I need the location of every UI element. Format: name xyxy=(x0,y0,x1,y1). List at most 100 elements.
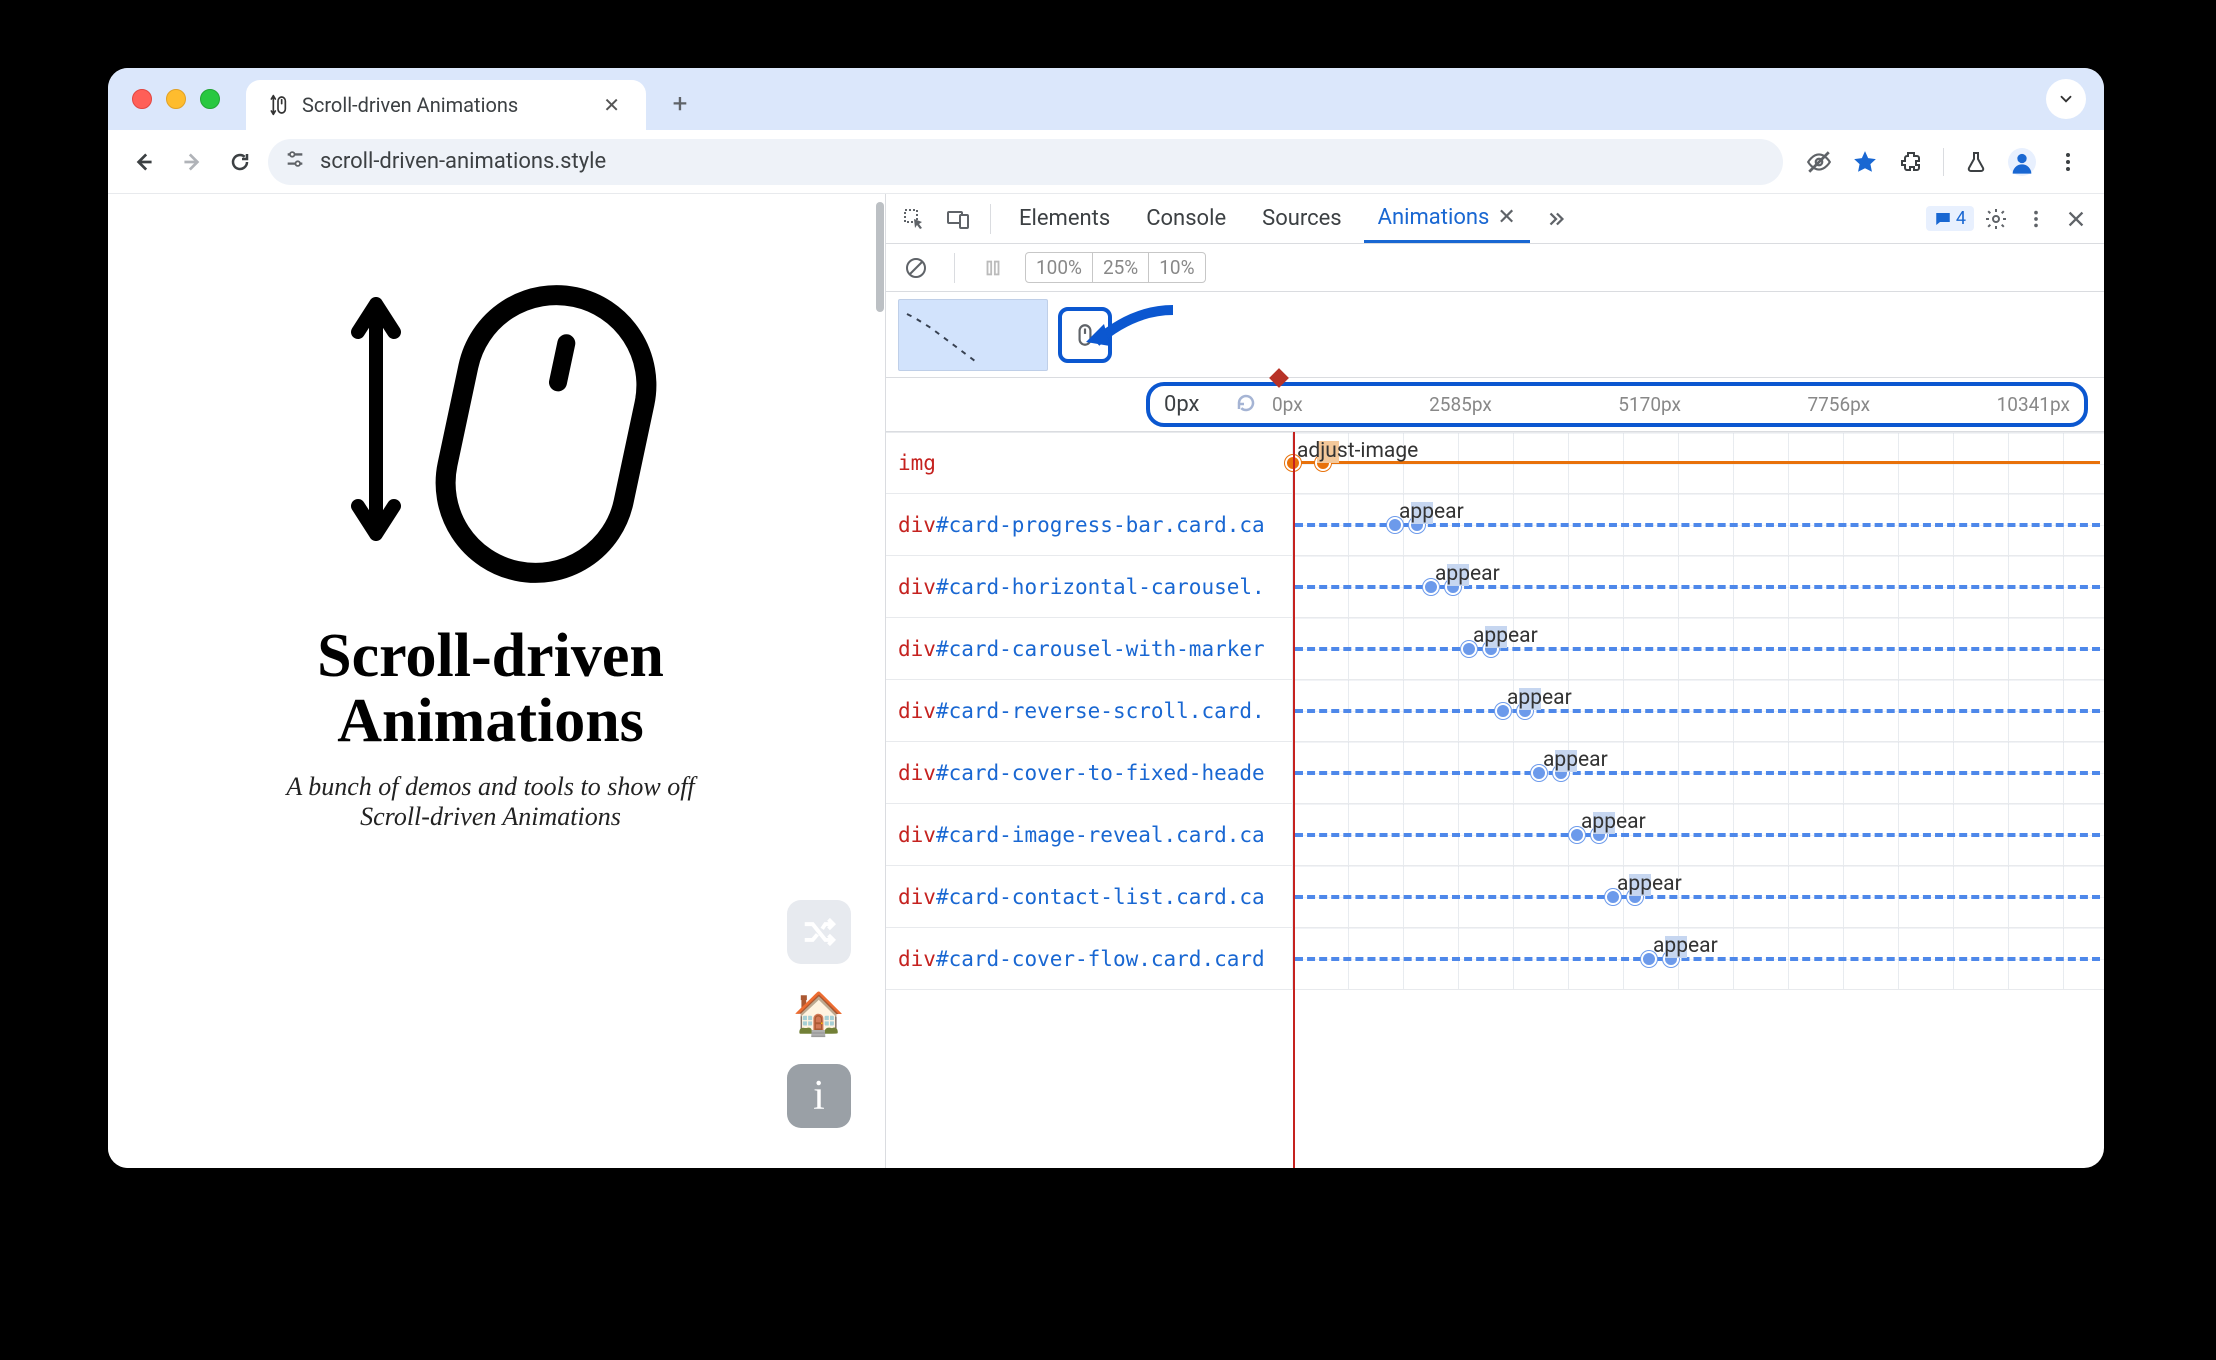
tab-console[interactable]: Console xyxy=(1132,194,1240,243)
animation-name-label: appear xyxy=(1507,686,1572,710)
devtools-panel: Elements Console Sources Animations✕ 4 xyxy=(885,194,2104,1168)
tab-favicon xyxy=(266,93,290,117)
animation-rows: imgadjust-imagediv#card-progress-bar.car… xyxy=(886,432,2104,1168)
timeline-ruler: 0px 0px 2585px 5170px 7756px 10341px xyxy=(886,378,2104,432)
tab-animations[interactable]: Animations✕ xyxy=(1364,194,1530,243)
playback-speed-group[interactable]: 100% 25% 10% xyxy=(1025,252,1206,283)
minimize-window-button[interactable] xyxy=(166,89,186,109)
tab-search-button[interactable] xyxy=(2046,79,2086,119)
animation-row[interactable]: div#card-cover-flow.card.card appear xyxy=(886,928,2104,990)
animation-row[interactable]: div#card-image-reveal.card.ca appear xyxy=(886,804,2104,866)
row-track[interactable]: appear xyxy=(1292,680,2104,741)
row-label: div#card-cover-flow.card.card xyxy=(886,928,1292,989)
browser-toolbar: scroll-driven-animations.style xyxy=(108,130,2104,194)
home-emoji-button[interactable]: 🏠 xyxy=(787,982,851,1046)
device-toggle-icon[interactable] xyxy=(940,201,976,237)
row-label: div#card-progress-bar.card.ca xyxy=(886,494,1292,555)
animation-row[interactable]: div#card-horizontal-carousel.appear xyxy=(886,556,2104,618)
browser-menu-icon[interactable] xyxy=(2048,142,2088,182)
row-track[interactable]: appear xyxy=(1292,866,2104,927)
bookmark-star-icon[interactable] xyxy=(1845,142,1885,182)
tab-title: Scroll-driven Animations xyxy=(302,93,518,117)
more-tabs-icon[interactable] xyxy=(1538,201,1574,237)
tab-strip: Scroll-driven Animations ✕ + xyxy=(108,68,2104,130)
site-settings-icon[interactable] xyxy=(284,148,306,176)
playhead-line[interactable] xyxy=(1293,432,1295,1168)
row-track[interactable]: appear xyxy=(1292,928,2104,989)
undo-icon[interactable] xyxy=(1234,391,1258,419)
animation-name-label: appear xyxy=(1543,748,1608,772)
pause-icon[interactable] xyxy=(975,250,1011,286)
row-label: div#card-cover-to-fixed-heade xyxy=(886,742,1292,803)
speed-10[interactable]: 10% xyxy=(1149,253,1204,282)
devtools-menu-icon[interactable] xyxy=(2018,201,2054,237)
settings-gear-icon[interactable] xyxy=(1978,201,2014,237)
ruler-ticks[interactable]: 0px 2585px 5170px 7756px 10341px xyxy=(1272,393,2070,416)
tab-elements[interactable]: Elements xyxy=(1005,194,1124,243)
row-track[interactable]: appear xyxy=(1292,742,2104,803)
browser-window: Scroll-driven Animations ✕ + scroll-driv… xyxy=(108,68,2104,1168)
eye-off-icon[interactable] xyxy=(1799,142,1839,182)
callout-arrow-icon xyxy=(1078,302,1178,362)
animations-controls: 100% 25% 10% xyxy=(886,244,2104,292)
close-tab-button[interactable]: ✕ xyxy=(597,91,626,119)
maximize-window-button[interactable] xyxy=(200,89,220,109)
url-text: scroll-driven-animations.style xyxy=(320,149,606,174)
row-label: div#card-carousel-with-marker xyxy=(886,618,1292,679)
row-track[interactable]: appear xyxy=(1292,618,2104,679)
browser-tab[interactable]: Scroll-driven Animations ✕ xyxy=(246,80,646,130)
ruler-tick: 5170px xyxy=(1618,393,1681,416)
message-badge[interactable]: 4 xyxy=(1926,206,1974,231)
address-bar[interactable]: scroll-driven-animations.style xyxy=(268,139,1783,185)
page-side-buttons: 🏠 i xyxy=(787,900,851,1128)
reload-button[interactable] xyxy=(220,142,260,182)
animation-row[interactable]: div#card-progress-bar.card.ca appear xyxy=(886,494,2104,556)
animation-thumbnail[interactable] xyxy=(898,299,1048,371)
labs-icon[interactable] xyxy=(1956,142,1996,182)
animation-row[interactable]: div#card-carousel-with-marker appear xyxy=(886,618,2104,680)
row-label: div#card-image-reveal.card.ca xyxy=(886,804,1292,865)
ruler-tick: 2585px xyxy=(1429,393,1492,416)
close-window-button[interactable] xyxy=(132,89,152,109)
page-viewport[interactable]: Scroll-drivenAnimations A bunch of demos… xyxy=(108,194,873,1168)
forward-button[interactable] xyxy=(172,142,212,182)
row-track[interactable]: adjust-image xyxy=(1292,433,2104,493)
animation-name-label: appear xyxy=(1473,624,1538,648)
animation-name-label: appear xyxy=(1617,872,1682,896)
animation-preview-row xyxy=(886,292,2104,378)
animation-name-label: appear xyxy=(1581,810,1646,834)
speed-100[interactable]: 100% xyxy=(1026,253,1093,282)
extensions-icon[interactable] xyxy=(1891,142,1931,182)
close-tab-icon[interactable]: ✕ xyxy=(1497,205,1515,230)
back-button[interactable] xyxy=(124,142,164,182)
profile-avatar[interactable] xyxy=(2002,142,2042,182)
row-track[interactable]: appear xyxy=(1292,804,2104,865)
shuffle-button[interactable] xyxy=(787,900,851,964)
close-devtools-icon[interactable] xyxy=(2058,201,2094,237)
devtools-splitter[interactable] xyxy=(873,194,885,1168)
window-controls xyxy=(132,68,246,130)
animation-name-label: appear xyxy=(1653,934,1718,958)
ruler-highlight-box: 0px 0px 2585px 5170px 7756px 10341px xyxy=(1146,382,2088,427)
animation-row[interactable]: div#card-reverse-scroll.card. appear xyxy=(886,680,2104,742)
hero-logo xyxy=(316,254,666,594)
page-title: Scroll-drivenAnimations xyxy=(158,624,823,754)
clear-icon[interactable] xyxy=(898,250,934,286)
speed-25[interactable]: 25% xyxy=(1093,253,1149,282)
ruler-tick: 7756px xyxy=(1807,393,1870,416)
row-track[interactable]: appear xyxy=(1292,494,2104,555)
content-area: Scroll-drivenAnimations A bunch of demos… xyxy=(108,194,2104,1168)
animation-name-label: appear xyxy=(1399,500,1464,524)
row-track[interactable]: appear xyxy=(1292,556,2104,617)
row-label: img xyxy=(886,433,1292,493)
animation-name-label: adjust-image xyxy=(1297,439,1418,463)
tab-sources[interactable]: Sources xyxy=(1248,194,1356,243)
inspect-icon[interactable] xyxy=(896,201,932,237)
info-button[interactable]: i xyxy=(787,1064,851,1128)
new-tab-button[interactable]: + xyxy=(658,82,702,126)
animation-row[interactable]: div#card-contact-list.card.caappear xyxy=(886,866,2104,928)
current-position: 0px xyxy=(1164,392,1220,417)
animation-row[interactable]: div#card-cover-to-fixed-heade appear xyxy=(886,742,2104,804)
row-label: div#card-reverse-scroll.card. xyxy=(886,680,1292,741)
animation-row[interactable]: imgadjust-image xyxy=(886,432,2104,494)
